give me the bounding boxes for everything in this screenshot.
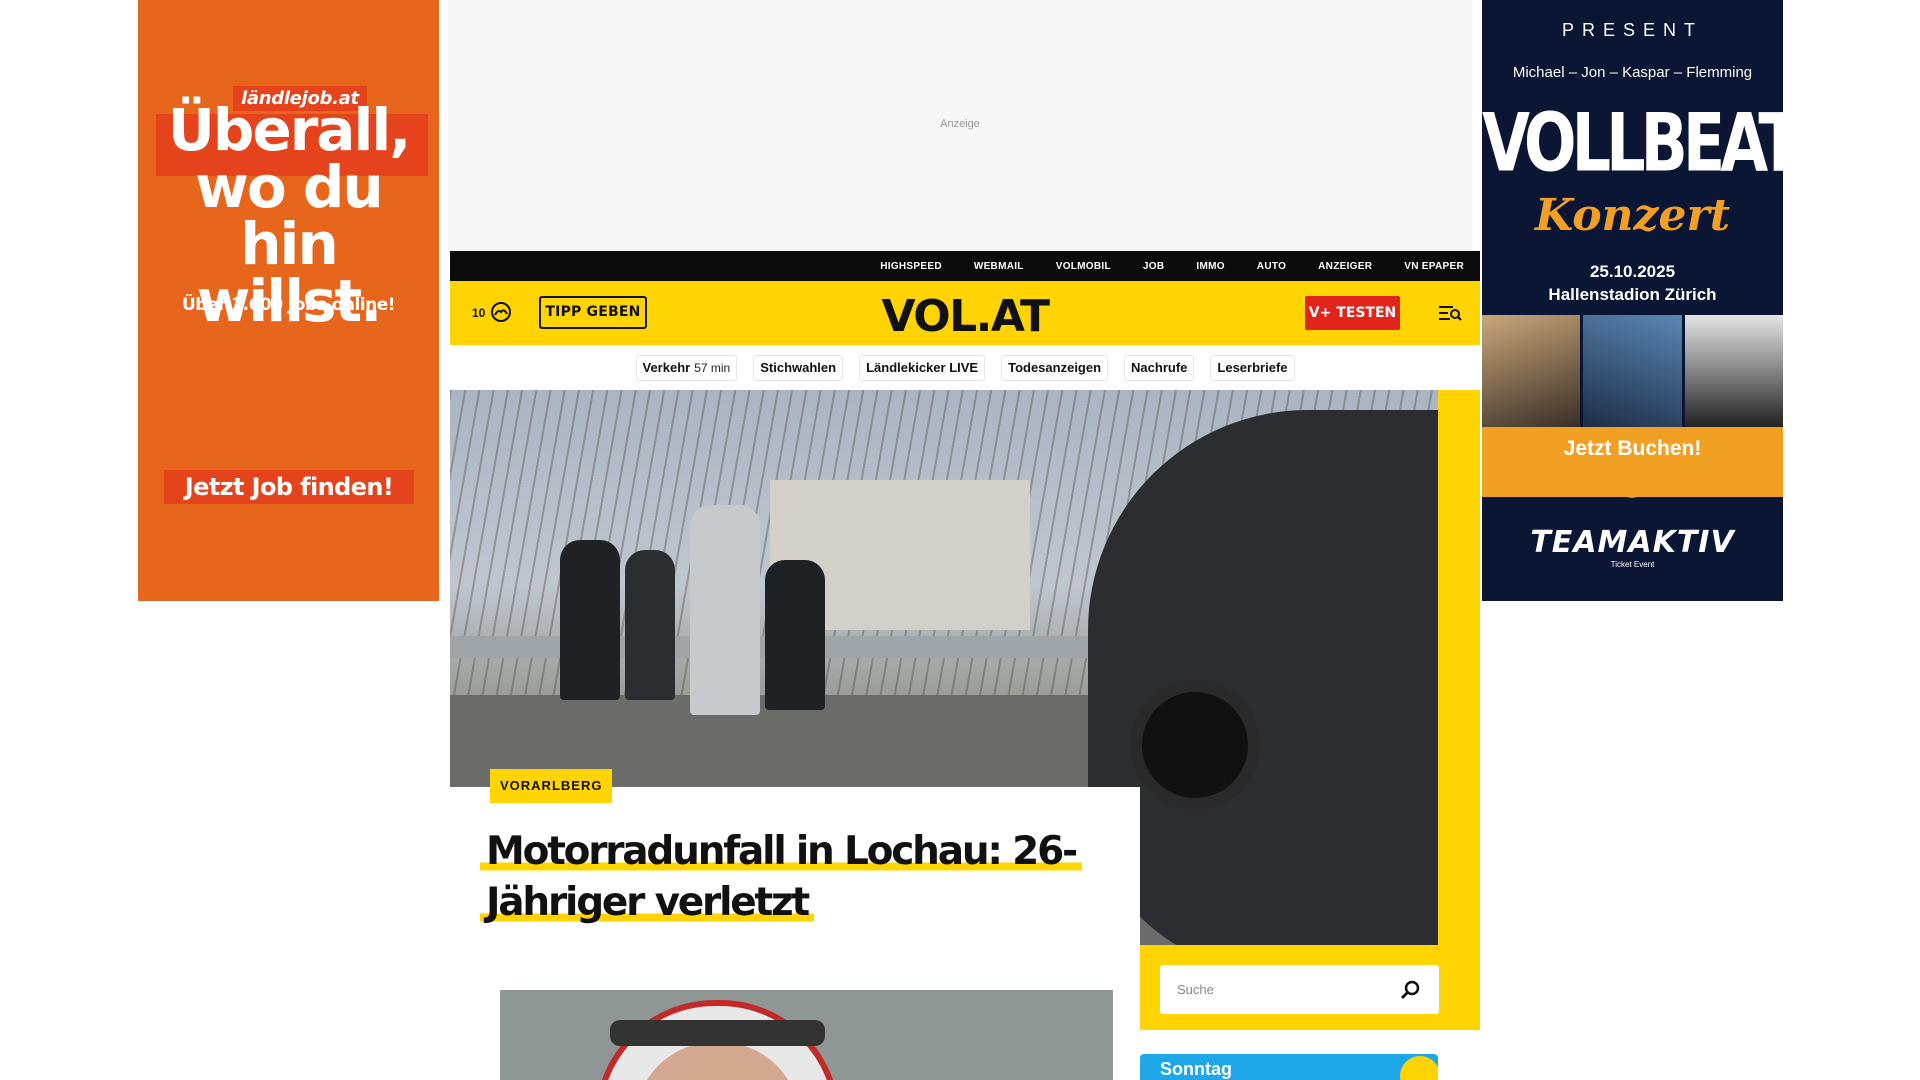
article-teaser-image[interactable] bbox=[500, 990, 1113, 1080]
hero-category-tag[interactable]: VORARLBERG bbox=[490, 769, 613, 803]
search-input[interactable] bbox=[1160, 965, 1390, 1014]
search-box bbox=[1160, 965, 1439, 1014]
nav-vn-epaper[interactable]: VN EPAPER bbox=[1404, 261, 1464, 272]
ad-organizer-sub: Ticket Event bbox=[1610, 560, 1655, 569]
weather-widget[interactable]: Sonntag bbox=[1140, 1054, 1438, 1080]
vplus-testen-button[interactable]: V+ TESTEN bbox=[1305, 296, 1400, 330]
ad-book-arrow bbox=[1482, 470, 1783, 498]
quicklink-todesanzeigen[interactable]: Todesanzeigen bbox=[1001, 355, 1109, 381]
quick-links-bar: Verkehr 57 min Stichwahlen Ländlekicker L… bbox=[450, 345, 1480, 390]
quicklink-stichwahlen[interactable]: Stichwahlen bbox=[753, 355, 844, 381]
nav-job[interactable]: JOB bbox=[1143, 261, 1164, 272]
site-header: 10 TIPP GEBEN VOL.AT V+ TESTEN bbox=[450, 281, 1480, 345]
ad-names: Michael – Jon – Kaspar – Flemming bbox=[1512, 64, 1753, 81]
ad-organizer: TEAMAKTIV bbox=[1530, 525, 1735, 560]
ad-present: PRESENT bbox=[1561, 20, 1704, 40]
quicklink-verkehr[interactable]: Verkehr 57 min bbox=[635, 355, 738, 381]
quicklink-laendlekicker[interactable]: Ländlekicker LIVE bbox=[859, 355, 986, 381]
nav-immo[interactable]: IMMO bbox=[1196, 261, 1224, 272]
nav-anzeiger[interactable]: ANZEIGER bbox=[1318, 261, 1372, 272]
ad-event: Konzert bbox=[1534, 190, 1731, 241]
ad-top-banner[interactable]: Anzeige bbox=[448, 0, 1472, 250]
ad-subline: Über 1.600 Jobs online! bbox=[181, 295, 396, 315]
quicklink-nachrufe[interactable]: Nachrufe bbox=[1124, 355, 1195, 381]
ad-band: VOLLBEAT bbox=[1482, 95, 1783, 190]
weather-cloud-icon[interactable] bbox=[490, 301, 512, 323]
nav-auto[interactable]: AUTO bbox=[1257, 261, 1286, 272]
menu-search-icon[interactable] bbox=[1438, 303, 1462, 323]
ad-band-photos bbox=[1482, 315, 1783, 427]
tipp-geben-button[interactable]: TIPP GEBEN bbox=[539, 296, 647, 329]
ad-venue: Hallenstadion Zürich bbox=[1548, 285, 1717, 304]
top-service-nav: HIGHSPEED WEBMAIL VOLMOBIL JOB IMMO AUTO… bbox=[450, 251, 1480, 281]
nav-volmobil[interactable]: VOLMOBIL bbox=[1056, 261, 1111, 272]
search-icon[interactable] bbox=[1399, 979, 1421, 1001]
ad-date: 25.10.2025 bbox=[1589, 262, 1676, 281]
weather-day: Sonntag bbox=[1160, 1059, 1232, 1079]
nav-highspeed[interactable]: HIGHSPEED bbox=[880, 261, 942, 272]
ad-cta-button[interactable]: Jetzt Job finden! bbox=[164, 470, 414, 504]
nav-webmail[interactable]: WEBMAIL bbox=[974, 261, 1024, 272]
weather-temperature[interactable]: 10 bbox=[472, 306, 485, 320]
sun-icon bbox=[1400, 1056, 1438, 1080]
ad-right-vollbeat[interactable]: PRESENT Michael – Jon – Kaspar – Flemmin… bbox=[1482, 0, 1783, 601]
hero-headline[interactable]: Motorradunfall in Lochau: 26-Jähriger ve… bbox=[480, 826, 1100, 928]
ad-label: Anzeige bbox=[940, 118, 980, 130]
ad-left-laendlejob[interactable]: ländlejob.at Überall, wo du hin willst. … bbox=[138, 0, 439, 601]
quicklink-leserbriefe[interactable]: Leserbriefe bbox=[1210, 355, 1295, 381]
